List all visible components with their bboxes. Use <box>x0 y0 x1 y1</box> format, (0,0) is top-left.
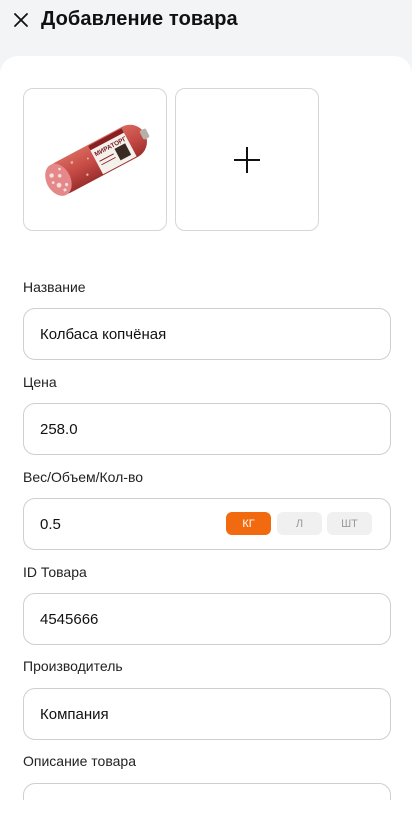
unit-chip-l[interactable]: Л <box>277 512 322 535</box>
price-input[interactable] <box>40 404 370 454</box>
page-title: Добавление товара <box>41 8 238 30</box>
product-photo-tile[interactable]: МИРАТОРГ <box>23 88 167 231</box>
weight-input[interactable] <box>40 499 230 549</box>
price-field-box <box>23 403 391 455</box>
product-photo: МИРАТОРГ <box>45 124 150 196</box>
name-field-box <box>23 308 391 360</box>
manufacturer-label: Производитель <box>23 658 123 674</box>
price-label: Цена <box>23 374 57 390</box>
description-field-box[interactable] <box>23 783 391 800</box>
weight-field-box: КГ Л ШТ <box>23 498 391 550</box>
product-id-label: ID Товара <box>23 564 87 580</box>
close-icon <box>14 13 28 27</box>
product-id-input[interactable] <box>40 594 370 644</box>
unit-chip-kg[interactable]: КГ <box>226 512 271 535</box>
product-id-field-box <box>23 593 391 645</box>
name-input[interactable] <box>40 309 370 359</box>
close-button[interactable] <box>10 9 32 31</box>
manufacturer-input[interactable] <box>40 689 370 739</box>
unit-chip-pcs[interactable]: ШТ <box>327 512 372 535</box>
weight-label: Вес/Объем/Кол-во <box>23 469 144 485</box>
description-label: Описание товара <box>23 753 136 769</box>
name-label: Название <box>23 279 86 295</box>
app-header: Добавление товара <box>0 0 412 56</box>
plus-icon <box>234 146 260 173</box>
manufacturer-field-box <box>23 688 391 740</box>
add-photo-button[interactable] <box>175 88 319 231</box>
